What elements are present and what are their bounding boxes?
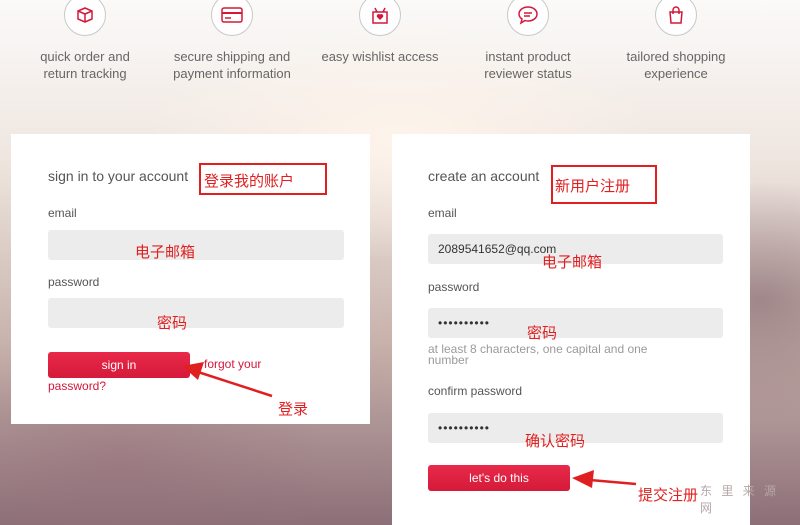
arrow-to-signin-button: [182, 362, 273, 398]
arrow-to-register-button: [572, 470, 637, 488]
annotation-arrows: [182, 362, 637, 488]
watermark-text: 东 里 来 源 网: [700, 484, 780, 515]
